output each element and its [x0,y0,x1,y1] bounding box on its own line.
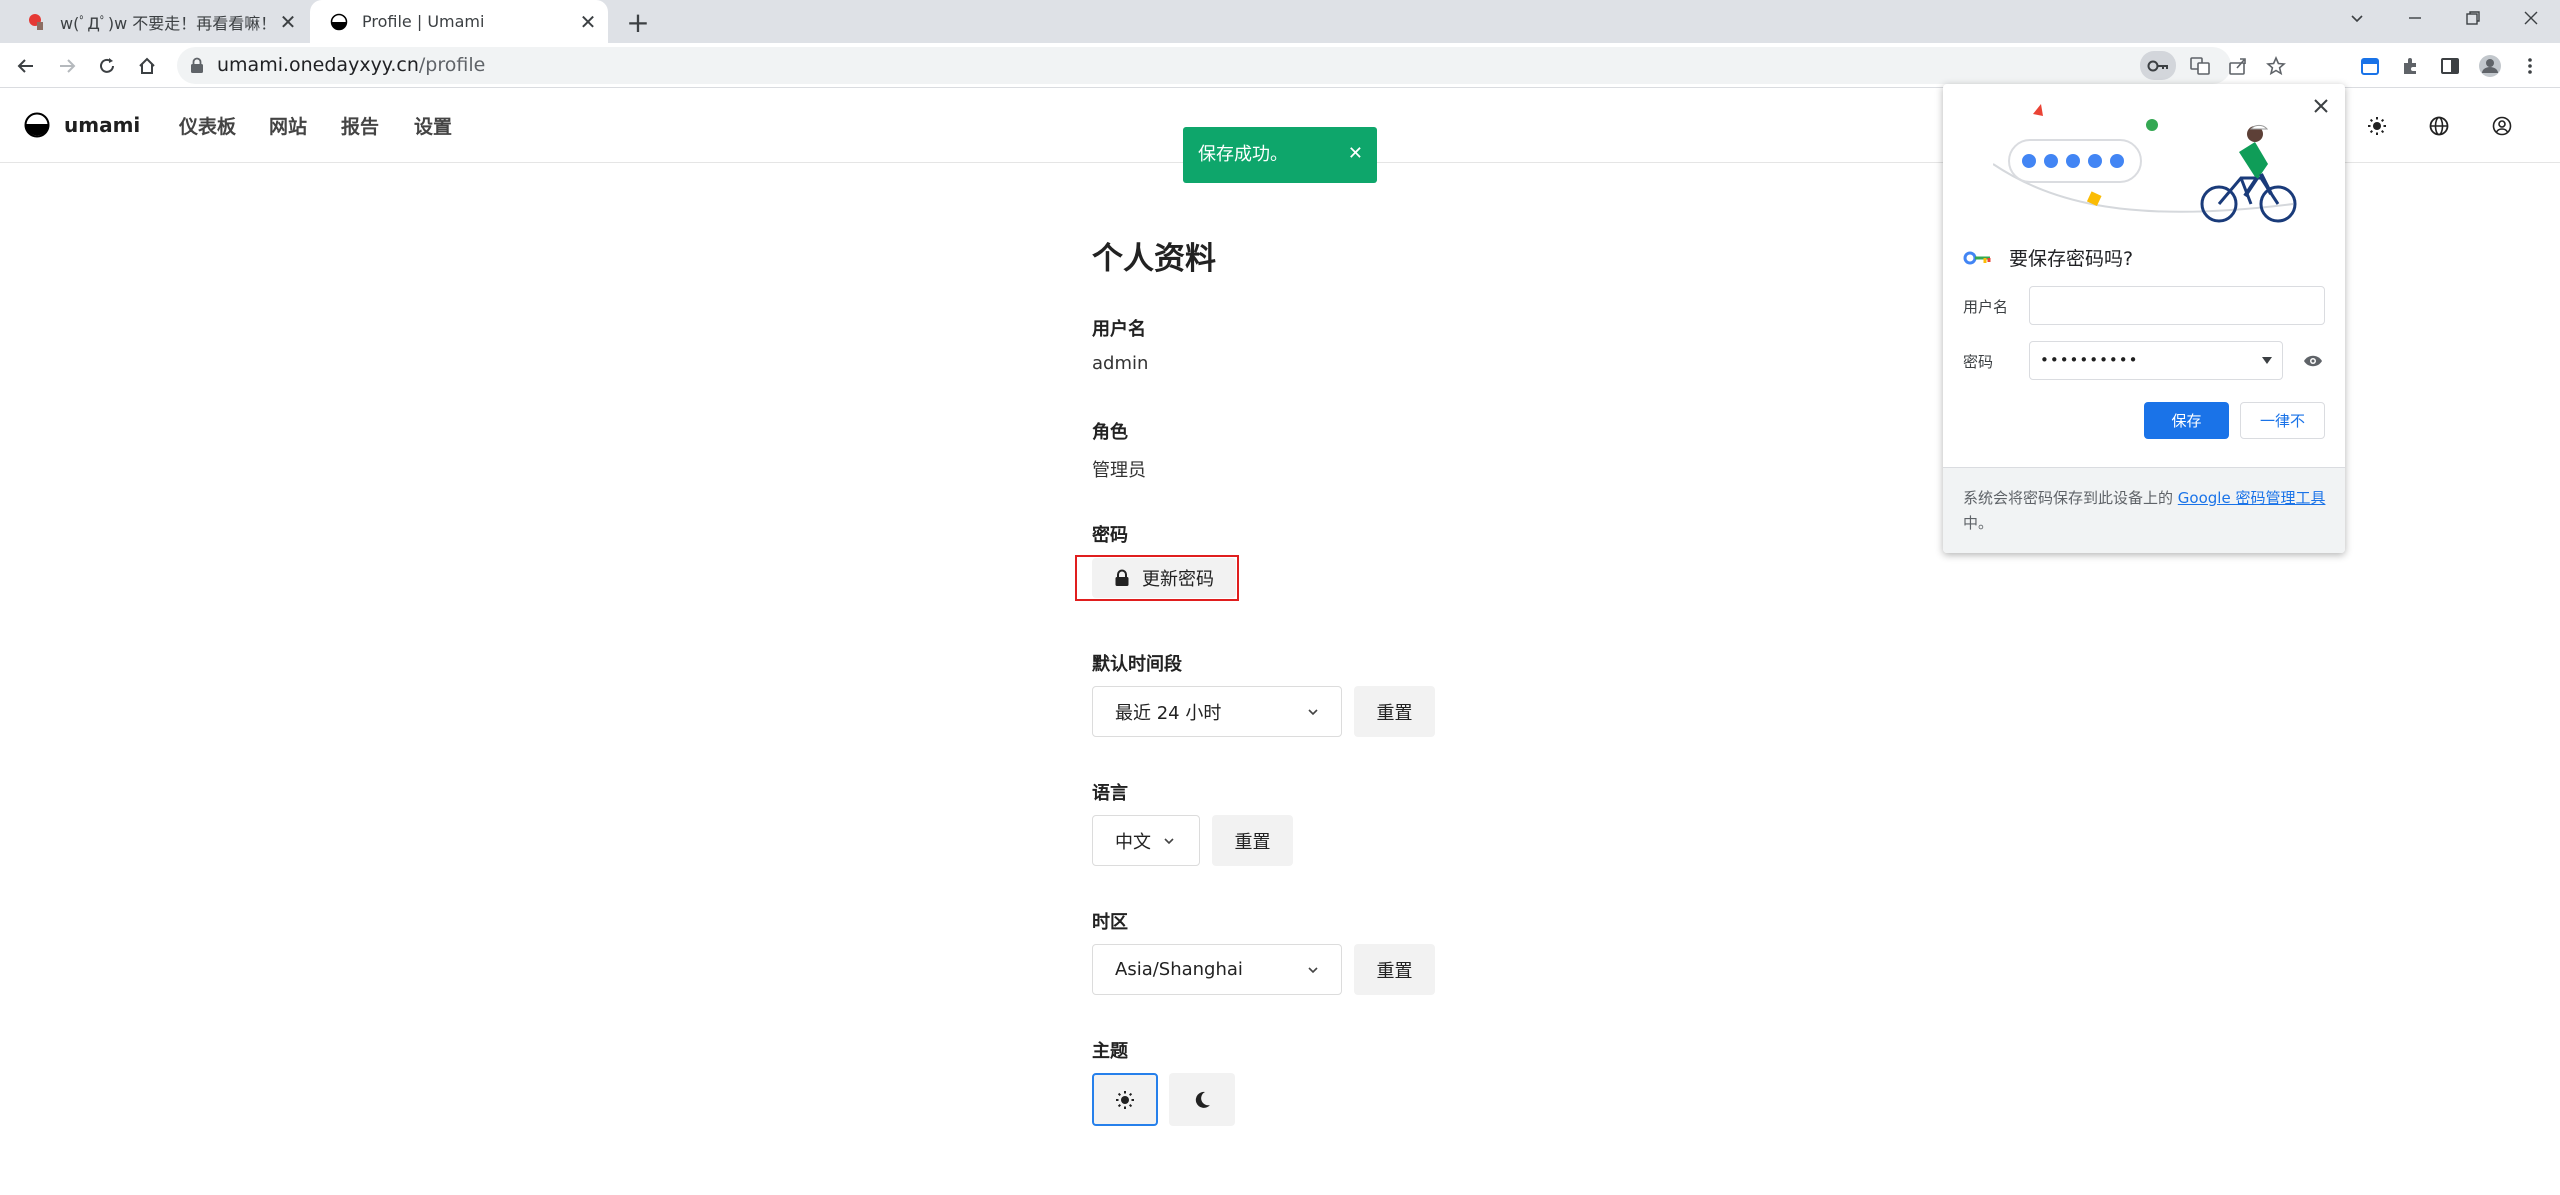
tab-active[interactable]: Profile | Umami ✕ [310,0,608,43]
update-password-label: 更新密码 [1142,569,1214,590]
password-manager-link[interactable]: Google 密码管理工具 [2178,489,2326,507]
sun-icon [1116,1090,1134,1109]
dialog-footer: 系统会将密码保存到此设备上的 Google 密码管理工具中。 [1943,467,2345,553]
tab-title: w(ﾟДﾟ)w 不要走！再看看嘛！ [60,13,274,33]
profile-avatar-icon[interactable] [2474,50,2506,82]
toast-close-icon[interactable]: ✕ [1348,143,1363,164]
footer-suffix: 中。 [1963,514,1994,532]
bookmark-star-icon[interactable] [2261,51,2291,80]
restore-icon[interactable] [2448,0,2498,36]
save-password-dialog: 要保存密码吗? 用户名 密码 •••••••••• 保存 一律不 系统会将密码保… [1943,84,2345,553]
role-value: 管理员 [1092,460,1146,481]
update-password-button[interactable]: 更新密码 [1092,558,1236,598]
date-range-reset-button[interactable]: 重置 [1354,686,1435,737]
language-value: 中文 [1115,831,1151,853]
caret-down-icon [2262,357,2272,364]
umami-favicon-icon [330,13,348,30]
moon-icon [1195,1091,1210,1108]
language-reset-button[interactable]: 重置 [1212,815,1293,866]
back-icon[interactable] [10,50,42,82]
date-range-select[interactable]: 最近 24 小时 [1092,686,1342,737]
theme-light-button[interactable] [1092,1073,1158,1126]
toast-message: 保存成功。 [1198,144,1288,165]
close-icon[interactable] [2307,92,2335,120]
nav-dashboard[interactable]: 仪表板 [179,112,236,139]
success-toast: 保存成功。 ✕ [1183,127,1377,183]
dialog-username-label: 用户名 [1963,298,2009,316]
username-value: admin [1092,353,1149,374]
dialog-footer-text: 系统会将密码保存到此设备上的 Google 密码管理工具中。 [1963,486,2333,536]
theme-label: 主题 [1092,1041,1128,1062]
umami-logo-icon [24,112,50,138]
tab-close-icon[interactable]: ✕ [274,8,302,36]
user-profile-icon[interactable] [2489,113,2515,139]
tab-title: Profile | Umami [362,12,485,31]
footer-prefix: 系统会将密码保存到此设备上的 [1963,489,2174,507]
browser-menu-icon[interactable] [2514,50,2546,82]
browser-tab-strip: w(ﾟДﾟ)w 不要走！再看看嘛！ ✕ Profile | Umami ✕ + [0,0,2560,43]
address-bar[interactable]: umami.onedayxyy.cn/profile [177,47,2286,84]
timezone-select[interactable]: Asia/Shanghai [1092,944,1342,995]
timezone-label: 时区 [1092,912,1128,933]
dialog-password-label: 密码 [1963,353,1994,371]
url-text[interactable]: umami.onedayxyy.cn/profile [217,47,485,84]
dialog-header: 要保存密码吗? [1963,244,2133,271]
forward-icon[interactable] [51,50,83,82]
url-path: /profile [418,54,486,76]
reload-icon[interactable] [91,50,123,82]
new-tab-button[interactable]: + [622,6,654,39]
tab-inactive[interactable]: w(ﾟДﾟ)w 不要走！再看看嘛！ ✕ [8,0,308,43]
show-password-eye-icon[interactable] [2301,350,2325,372]
nav-settings[interactable]: 设置 [414,112,452,139]
password-label: 密码 [1092,525,1128,546]
brand-name: umami [64,113,141,137]
extension-calendar-icon[interactable] [2354,50,2386,82]
timezone-reset-button[interactable]: 重置 [1354,944,1435,995]
username-label: 用户名 [1092,319,1146,340]
favicon-icon [29,13,43,30]
date-range-label: 默认时间段 [1092,654,1182,675]
translate-icon[interactable] [2185,51,2215,80]
dialog-never-button[interactable]: 一律不 [2240,402,2325,439]
theme-sun-icon[interactable] [2364,113,2390,139]
chevron-down-icon [1308,708,1318,715]
password-illustration-icon [1993,104,2297,223]
role-label: 角色 [1092,422,1128,443]
dialog-save-button[interactable]: 保存 [2144,402,2229,439]
language-globe-icon[interactable] [2426,113,2452,139]
chevron-down-icon [1164,837,1174,844]
dialog-title: 要保存密码吗? [2009,248,2134,270]
dialog-password-value: •••••••••• [2040,351,2139,369]
extensions-puzzle-icon[interactable] [2394,50,2426,82]
nav-websites[interactable]: 网站 [269,112,307,139]
side-panel-icon[interactable] [2434,50,2466,82]
google-key-icon [1963,251,1991,264]
chevron-down-icon [1308,966,1318,973]
dialog-username-input[interactable] [2029,286,2325,325]
close-window-icon[interactable] [2506,0,2556,36]
timezone-value: Asia/Shanghai [1115,959,1243,980]
password-key-icon[interactable] [2140,51,2176,80]
theme-dark-button[interactable] [1169,1073,1235,1126]
lock-icon [1115,569,1129,586]
dialog-password-select[interactable]: •••••••••• [2029,341,2283,380]
minimize-icon[interactable] [2390,0,2440,36]
lock-icon[interactable] [190,57,204,74]
browser-toolbar: umami.onedayxyy.cn/profile [0,43,2560,88]
page-title: 个人资料 [1092,241,1216,277]
url-host: umami.onedayxyy.cn [217,54,419,76]
tab-search-icon[interactable] [2332,0,2382,36]
brand[interactable]: umami [24,112,140,138]
tab-close-icon[interactable]: ✕ [574,8,602,36]
language-label: 语言 [1092,783,1128,804]
share-icon[interactable] [2223,51,2253,80]
home-icon[interactable] [131,50,163,82]
date-range-value: 最近 24 小时 [1115,702,1222,724]
nav-reports[interactable]: 报告 [341,112,379,139]
language-select[interactable]: 中文 [1092,815,1200,866]
